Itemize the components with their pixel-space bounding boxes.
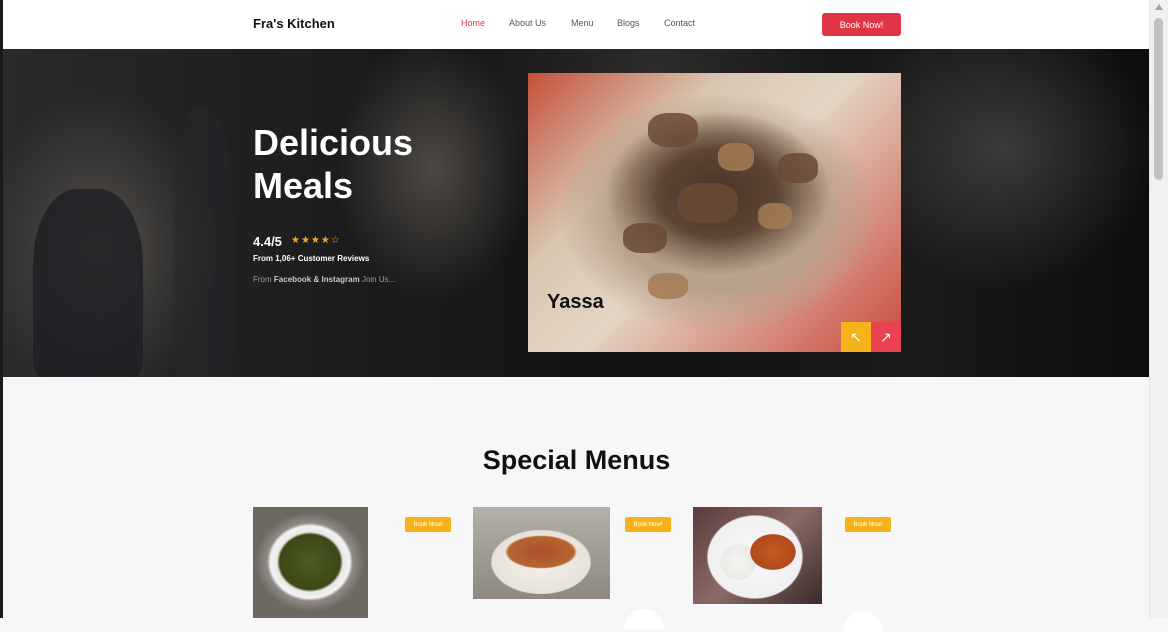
food-chunk	[678, 183, 738, 223]
hero-section: Delicious Meals 4.4/5 ★★★★☆ From 1,06+ C…	[3, 49, 1150, 377]
food-chunk	[778, 153, 818, 183]
food-chunk	[623, 223, 667, 253]
star-rating-icon: ★★★★☆	[291, 235, 341, 246]
review-count: From 1,06+ Customer Reviews	[253, 254, 370, 263]
nav-blogs[interactable]: Blogs	[617, 18, 640, 28]
special-menus-title: Special Menus	[482, 445, 671, 475]
nav-menu[interactable]: Menu	[571, 18, 594, 28]
book-now-button[interactable]: Book Now!	[822, 13, 901, 36]
scroll-up-icon[interactable]	[1155, 4, 1163, 10]
menu-item-image[interactable]	[693, 507, 822, 604]
social-suffix: Join Us...	[361, 275, 396, 284]
featured-dish-card: Yassa ↖ ↗	[528, 73, 901, 352]
food-chunk	[758, 203, 792, 229]
social-text: From Facebook & Instagram Join Us...	[253, 275, 395, 284]
background-bottle	[33, 189, 143, 377]
nav-about-us[interactable]: About Us	[509, 18, 546, 28]
arrow-up-right-icon[interactable]: ↗	[871, 322, 901, 352]
food-chunk	[648, 113, 698, 147]
menu-item-badge	[624, 609, 664, 629]
social-prefix: From	[253, 275, 272, 284]
page-scrollbar[interactable]	[1149, 0, 1168, 618]
dish-name: Yassa	[547, 291, 604, 313]
menu-item-image[interactable]	[473, 507, 610, 599]
food-chunk	[648, 273, 688, 299]
food-chunk	[718, 143, 754, 171]
scrollbar-thumb[interactable]	[1154, 18, 1163, 180]
nav-contact[interactable]: Contact	[664, 18, 695, 28]
social-brands[interactable]: Facebook & Instagram	[274, 275, 360, 284]
hero-title: Delicious Meals	[253, 122, 414, 206]
menu-item-badge	[843, 612, 883, 632]
menu-item-image[interactable]	[253, 507, 368, 618]
menu-item-book-button[interactable]: Book Now!	[625, 517, 671, 532]
arrow-up-left-icon[interactable]: ↖	[841, 322, 871, 352]
site-header: Fra's Kitchen Home About Us Menu Blogs C…	[3, 0, 1150, 49]
menu-item-book-button[interactable]: Book Now!	[845, 517, 891, 532]
background-glass	[173, 109, 233, 377]
brand-logo[interactable]: Fra's Kitchen	[253, 16, 335, 31]
nav-home[interactable]: Home	[461, 18, 485, 28]
menu-item-book-button[interactable]: Book Now!	[405, 517, 451, 532]
rating-value: 4.4/5	[253, 234, 282, 249]
